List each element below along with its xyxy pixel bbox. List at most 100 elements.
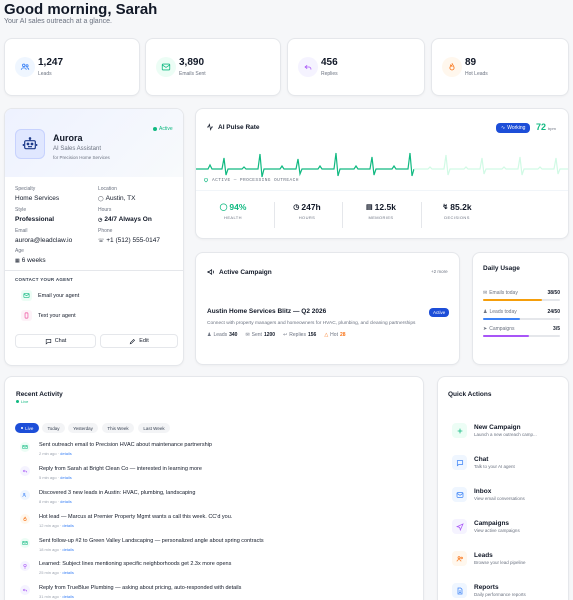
details-link[interactable]: details <box>60 499 72 504</box>
field-value: 6 weeks <box>21 257 46 264</box>
page-title: Good morning, Sarah <box>4 1 158 18</box>
filter-label: Today <box>47 425 60 431</box>
quick-actions-title: Quick Actions <box>448 391 492 398</box>
mail-icon <box>20 442 30 452</box>
usage-value: 24/50 <box>547 309 560 315</box>
campaign-name[interactable]: Austin Home Services Blitz — Q2 2026 <box>207 308 326 315</box>
pulse-stat-value: 94% <box>229 202 247 212</box>
activity-time: 2 min ago <box>39 451 57 456</box>
details-link[interactable]: details <box>62 547 74 552</box>
stat-value: 3,890 <box>179 57 205 68</box>
pulse-stat-label: DECISIONS <box>444 215 470 220</box>
active-campaign-card: Active Campaign +2 more Austin Home Serv… <box>195 252 460 365</box>
activity-time: 5 min ago <box>39 475 57 480</box>
metric-value: 340 <box>229 332 238 338</box>
divider <box>274 202 275 228</box>
pulse-stat-health: ◯ 94% HEALTH <box>202 202 264 220</box>
metric-value: 28 <box>339 332 346 338</box>
filter-label: This Week <box>107 425 129 431</box>
activity-item[interactable]: Sent outreach email to Precision HVAC ab… <box>20 441 410 459</box>
filter-live[interactable]: Live <box>15 423 39 433</box>
pulse-rate-value: 72 <box>536 122 547 132</box>
agent-role: AI Sales Assistant <box>53 146 102 152</box>
more-campaigns-link[interactable]: +2 more <box>431 269 448 274</box>
field-label: Age <box>15 248 24 254</box>
activity-item[interactable]: Hot lead — Marcus at Premier Property Mg… <box>20 513 410 531</box>
activity-icon <box>207 123 213 131</box>
email-agent-link[interactable]: Email your agent <box>21 290 79 301</box>
activity-time: 8 min ago <box>39 499 57 504</box>
reply-icon <box>298 57 318 77</box>
quick-action-leads[interactable]: Leads Browse your lead pipeline <box>452 551 562 569</box>
page-subtitle: Your AI sales outreach at a glance. <box>4 18 112 25</box>
activity-item[interactable]: Reply from TrueBlue Plumbing — asking ab… <box>20 584 410 600</box>
activity-item[interactable]: Sent follow-up #2 to Green Valley Landsc… <box>20 537 410 555</box>
stat-card-emails[interactable]: 3,890 Emails Sent <box>145 38 281 96</box>
activity-item[interactable]: Reply from Sarah at Bright Clean Co — in… <box>20 465 410 483</box>
mail-icon <box>21 290 32 301</box>
pulse-stat-value: 12.5k <box>374 202 396 212</box>
text-agent-link[interactable]: Text your agent <box>21 310 76 321</box>
stat-card-leads[interactable]: 1,247 Leads <box>4 38 140 96</box>
chat-label: Chat <box>54 338 67 344</box>
quick-action-title: Reports <box>474 584 499 591</box>
campaign-status-badge: Active <box>429 308 450 317</box>
details-link[interactable]: details <box>60 475 72 480</box>
campaign-title: Active Campaign <box>219 268 272 276</box>
activity-text: Sent outreach email to Precision HVAC ab… <box>39 442 212 448</box>
edit-button[interactable]: Edit <box>100 334 178 348</box>
pulse-stat-value: 247h <box>301 202 321 212</box>
usage-label: Leads today <box>489 309 517 315</box>
quick-action-title: Chat <box>474 456 489 463</box>
field-value[interactable]: +1 (512) 555-0147 <box>106 237 160 244</box>
chat-button[interactable]: Chat <box>15 334 96 348</box>
send-icon <box>452 519 467 534</box>
field-value[interactable]: aurora@leadclaw.io <box>15 237 72 244</box>
metric-label: Sent <box>251 332 262 338</box>
pulse-stat-label: HOURS <box>298 215 316 220</box>
stat-card-replies[interactable]: 456 Replies <box>287 38 425 96</box>
details-link[interactable]: details <box>60 451 72 456</box>
daily-usage-card: Daily Usage ✉ Emails today 38/50 ♟ Leads t… <box>472 252 569 365</box>
database-icon: ▤ <box>366 204 373 211</box>
heart-icon <box>203 178 209 183</box>
quick-action-inbox[interactable]: Inbox View email conversations <box>452 487 562 505</box>
usage-bar <box>483 299 560 301</box>
details-link[interactable]: details <box>62 594 74 599</box>
quick-action-chat[interactable]: Chat Talk to your AI agent <box>452 455 562 473</box>
quick-action-subtitle: Talk to your AI agent <box>474 464 515 469</box>
field-label: Hours <box>98 207 112 213</box>
metric-value: 156 <box>307 332 317 338</box>
status-text: Active <box>159 126 173 132</box>
filter-today[interactable]: Today <box>42 423 65 433</box>
activity-item[interactable]: Discovered 3 new leads in Austin: HVAC, … <box>20 489 410 507</box>
style-field: Style Professional <box>15 207 54 223</box>
details-link[interactable]: details <box>62 570 74 575</box>
filter-last-week[interactable]: Last Week <box>138 423 170 433</box>
quick-action-reports[interactable]: Reports Daily performance reports <box>452 583 562 600</box>
quick-action-subtitle: Launch a new outreach camp... <box>474 432 537 437</box>
mail-icon: ✉ <box>483 290 488 296</box>
quick-action-campaigns[interactable]: Campaigns View active campaigns <box>452 519 562 537</box>
flame-icon: △ <box>324 332 329 338</box>
divider <box>421 202 422 228</box>
activity-item[interactable]: Learned: Subject lines mentioning specif… <box>20 560 410 578</box>
users-icon: ♟ <box>207 332 212 338</box>
send-icon: ➤ <box>483 326 488 332</box>
text-agent-label: Text your agent <box>38 312 76 319</box>
quick-action-title: Inbox <box>474 488 492 495</box>
megaphone-icon <box>207 268 215 276</box>
details-link[interactable]: details <box>62 523 74 528</box>
filter-yesterday[interactable]: Yesterday <box>68 423 98 433</box>
usage-bar <box>483 318 560 320</box>
plus-icon <box>452 423 467 438</box>
flame-icon <box>20 514 30 524</box>
quick-action-new-campaign[interactable]: New Campaign Launch a new outreach camp.… <box>452 423 562 441</box>
filter-this-week[interactable]: This Week <box>102 423 134 433</box>
edit-label: Edit <box>139 338 149 344</box>
activity-time: 25 min ago <box>39 570 59 575</box>
usage-row-emails: ✉ Emails today 38/50 <box>483 290 560 301</box>
mail-icon: ✉ <box>245 332 250 338</box>
filter-label: Live <box>25 425 34 431</box>
stat-card-hot-leads[interactable]: 89 Hot Leads <box>431 38 569 96</box>
